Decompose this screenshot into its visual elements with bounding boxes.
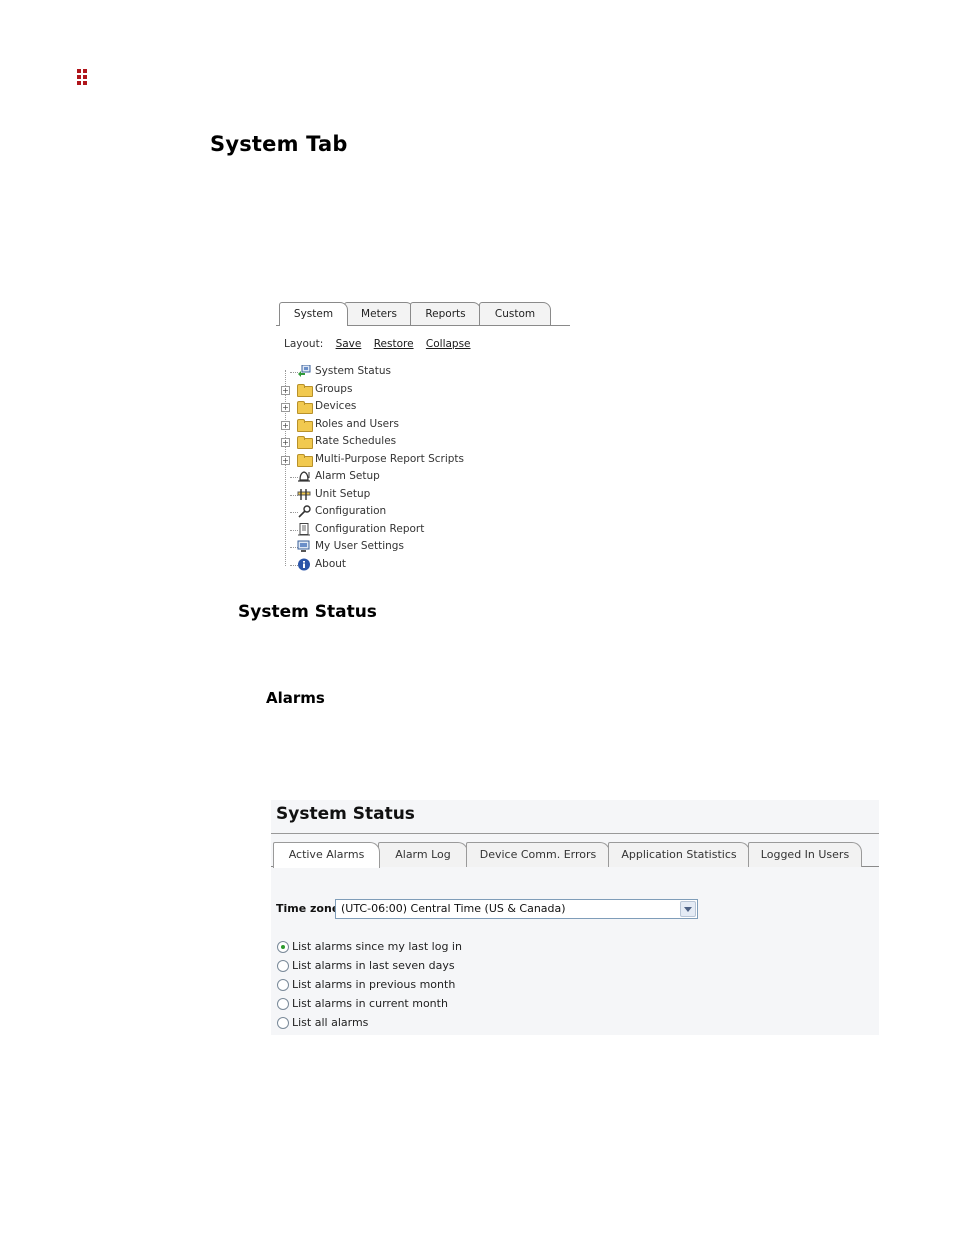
radio-icon[interactable] — [277, 1017, 289, 1029]
tree-item-label: Rate Schedules — [315, 435, 397, 447]
radio-icon[interactable] — [277, 960, 289, 972]
layout-restore-link[interactable]: Restore — [374, 338, 414, 350]
tree-item-configuration-report[interactable]: Configuration Report — [280, 522, 540, 538]
expand-icon[interactable]: + — [281, 386, 290, 395]
layout-collapse-link[interactable]: Collapse — [426, 338, 471, 350]
title-divider — [271, 833, 879, 834]
folder-icon — [297, 436, 313, 449]
tree-item-alarm-setup[interactable]: Alarm Setup — [280, 469, 540, 485]
user-settings-icon — [297, 540, 311, 553]
expand-icon[interactable]: + — [281, 403, 290, 412]
system-status-icon — [297, 364, 311, 378]
tree-item-groups[interactable]: + Groups — [280, 382, 540, 398]
system-status-title: System Status — [276, 804, 415, 824]
company-logo-icon — [77, 69, 89, 85]
tree-item-label: System Status — [315, 365, 391, 377]
folder-icon — [297, 454, 313, 467]
layout-save-link[interactable]: Save — [336, 338, 362, 350]
tab-meters[interactable]: Meters — [344, 302, 414, 325]
page-title: System Tab — [210, 132, 348, 156]
tab-device-comm-errors[interactable]: Device Comm. Errors — [466, 842, 610, 867]
folder-icon — [297, 419, 313, 432]
tab-reports[interactable]: Reports — [410, 302, 481, 325]
tab-system[interactable]: System — [279, 302, 348, 326]
option-label: List alarms in previous month — [292, 978, 456, 991]
option-label: List alarms in current month — [292, 997, 448, 1010]
expand-icon[interactable]: + — [281, 456, 290, 465]
tree-item-label: Configuration — [315, 505, 387, 517]
folder-icon — [297, 401, 313, 414]
tree-tab-bar: System Meters Reports Custom — [276, 302, 570, 326]
expand-icon[interactable]: + — [281, 438, 290, 447]
tab-application-statistics[interactable]: Application Statistics — [608, 842, 750, 867]
tree-item-my-user-settings[interactable]: My User Settings — [280, 539, 540, 555]
layout-row: Layout: Save Restore Collapse — [284, 338, 471, 350]
tab-logged-in-users[interactable]: Logged In Users — [748, 842, 862, 867]
tree-item-label: Groups — [315, 383, 353, 395]
tree-item-label: Multi-Purpose Report Scripts — [315, 453, 464, 465]
tree-item-label: About — [315, 558, 347, 570]
timezone-select[interactable]: (UTC-06:00) Central Time (US & Canada) — [335, 899, 698, 919]
radio-icon[interactable] — [277, 998, 289, 1010]
tree-item-label: Alarm Setup — [315, 470, 380, 482]
tree-item-system-status[interactable]: System Status — [280, 364, 540, 380]
tree-item-about[interactable]: About — [280, 557, 540, 573]
system-status-screenshot: System Status Active Alarms Alarm Log De… — [271, 800, 879, 1035]
wrench-icon — [297, 505, 311, 518]
tree-item-label: Unit Setup — [315, 488, 371, 500]
tab-alarm-log[interactable]: Alarm Log — [378, 842, 468, 867]
unit-icon — [297, 488, 311, 501]
tree-item-rate-schedules[interactable]: + Rate Schedules — [280, 434, 540, 450]
tab-custom[interactable]: Custom — [479, 302, 551, 325]
tree-item-label: Devices — [315, 400, 357, 412]
chevron-down-icon[interactable] — [680, 901, 696, 917]
tab-active-alarms[interactable]: Active Alarms — [273, 842, 380, 868]
radio-selected-icon[interactable] — [277, 941, 289, 953]
option-label: List all alarms — [292, 1016, 369, 1029]
folder-icon — [297, 384, 313, 397]
radio-icon[interactable] — [277, 979, 289, 991]
timezone-label: Time zone — [276, 902, 340, 915]
tree-item-label: My User Settings — [315, 540, 404, 552]
layout-label: Layout: — [284, 338, 324, 350]
alarm-icon — [297, 470, 311, 483]
tree-item-label: Roles and Users — [315, 418, 399, 430]
tree-item-configuration[interactable]: Configuration — [280, 504, 540, 520]
tree-item-devices[interactable]: + Devices — [280, 399, 540, 415]
tree-panel-screenshot: System Meters Reports Custom Layout: Sav… — [276, 298, 572, 584]
tree-item-multi-purpose-report-scripts[interactable]: + Multi-Purpose Report Scripts — [280, 452, 540, 468]
report-icon — [297, 523, 311, 536]
status-tab-bar: Active Alarms Alarm Log Device Comm. Err… — [271, 842, 879, 868]
section-heading-alarms: Alarms — [266, 689, 325, 707]
timezone-value: (UTC-06:00) Central Time (US & Canada) — [341, 902, 566, 915]
tree-item-label: Configuration Report — [315, 523, 425, 535]
expand-icon[interactable]: + — [281, 421, 290, 430]
option-label: List alarms in last seven days — [292, 959, 455, 972]
tree-item-roles-and-users[interactable]: + Roles and Users — [280, 417, 540, 433]
tree-item-unit-setup[interactable]: Unit Setup — [280, 487, 540, 503]
option-label: List alarms since my last log in — [292, 940, 462, 953]
section-heading-system-status: System Status — [238, 602, 377, 622]
info-icon — [297, 558, 311, 571]
